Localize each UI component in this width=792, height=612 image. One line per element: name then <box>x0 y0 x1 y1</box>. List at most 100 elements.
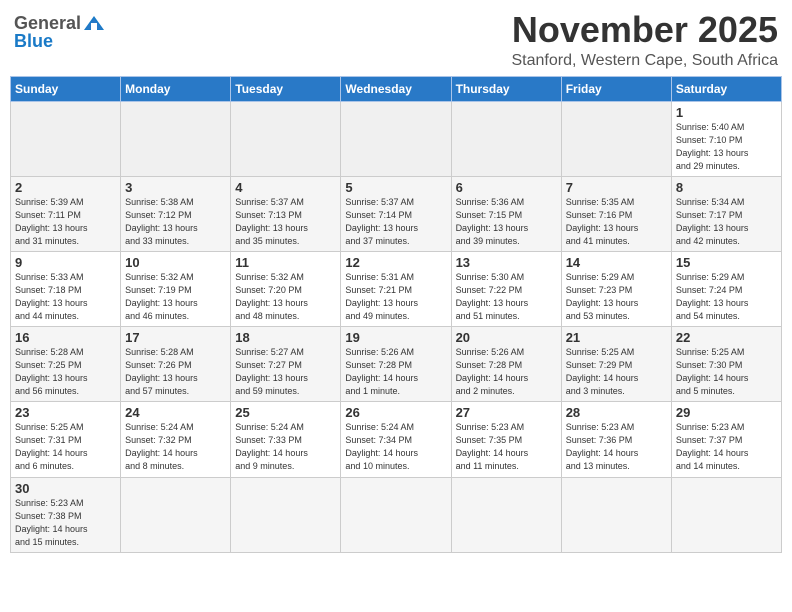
weekday-header-tuesday: Tuesday <box>231 76 341 101</box>
day-info: Sunrise: 5:27 AMSunset: 7:27 PMDaylight:… <box>235 346 336 398</box>
calendar-cell: 12Sunrise: 5:31 AMSunset: 7:21 PMDayligh… <box>341 251 451 326</box>
day-info: Sunrise: 5:25 AMSunset: 7:31 PMDaylight:… <box>15 421 116 473</box>
calendar-cell: 7Sunrise: 5:35 AMSunset: 7:16 PMDaylight… <box>561 176 671 251</box>
day-number: 21 <box>566 330 667 345</box>
calendar-cell: 14Sunrise: 5:29 AMSunset: 7:23 PMDayligh… <box>561 251 671 326</box>
calendar-cell: 9Sunrise: 5:33 AMSunset: 7:18 PMDaylight… <box>11 251 121 326</box>
day-number: 2 <box>15 180 116 195</box>
calendar-cell: 22Sunrise: 5:25 AMSunset: 7:30 PMDayligh… <box>671 327 781 402</box>
day-info: Sunrise: 5:32 AMSunset: 7:19 PMDaylight:… <box>125 271 226 323</box>
header-row: SundayMondayTuesdayWednesdayThursdayFrid… <box>11 76 782 101</box>
day-info: Sunrise: 5:25 AMSunset: 7:30 PMDaylight:… <box>676 346 777 398</box>
calendar-cell: 30Sunrise: 5:23 AMSunset: 7:38 PMDayligh… <box>11 477 121 552</box>
calendar-cell: 3Sunrise: 5:38 AMSunset: 7:12 PMDaylight… <box>121 176 231 251</box>
calendar-cell <box>341 101 451 176</box>
day-info: Sunrise: 5:28 AMSunset: 7:26 PMDaylight:… <box>125 346 226 398</box>
day-info: Sunrise: 5:24 AMSunset: 7:34 PMDaylight:… <box>345 421 446 473</box>
calendar-cell: 28Sunrise: 5:23 AMSunset: 7:36 PMDayligh… <box>561 402 671 477</box>
day-info: Sunrise: 5:37 AMSunset: 7:14 PMDaylight:… <box>345 196 446 248</box>
calendar-table: SundayMondayTuesdayWednesdayThursdayFrid… <box>10 76 782 553</box>
day-number: 5 <box>345 180 446 195</box>
calendar-cell: 15Sunrise: 5:29 AMSunset: 7:24 PMDayligh… <box>671 251 781 326</box>
calendar-cell <box>451 101 561 176</box>
day-number: 30 <box>15 481 116 496</box>
day-info: Sunrise: 5:31 AMSunset: 7:21 PMDaylight:… <box>345 271 446 323</box>
day-number: 23 <box>15 405 116 420</box>
calendar-week-row: 16Sunrise: 5:28 AMSunset: 7:25 PMDayligh… <box>11 327 782 402</box>
day-info: Sunrise: 5:29 AMSunset: 7:23 PMDaylight:… <box>566 271 667 323</box>
calendar-cell <box>231 101 341 176</box>
calendar-cell: 20Sunrise: 5:26 AMSunset: 7:28 PMDayligh… <box>451 327 561 402</box>
day-number: 22 <box>676 330 777 345</box>
calendar-cell: 8Sunrise: 5:34 AMSunset: 7:17 PMDaylight… <box>671 176 781 251</box>
calendar-cell: 27Sunrise: 5:23 AMSunset: 7:35 PMDayligh… <box>451 402 561 477</box>
logo-icon <box>83 15 105 31</box>
weekday-header-thursday: Thursday <box>451 76 561 101</box>
weekday-header-wednesday: Wednesday <box>341 76 451 101</box>
calendar-week-row: 23Sunrise: 5:25 AMSunset: 7:31 PMDayligh… <box>11 402 782 477</box>
day-info: Sunrise: 5:39 AMSunset: 7:11 PMDaylight:… <box>15 196 116 248</box>
day-number: 24 <box>125 405 226 420</box>
day-number: 15 <box>676 255 777 270</box>
day-info: Sunrise: 5:28 AMSunset: 7:25 PMDaylight:… <box>15 346 116 398</box>
calendar-cell <box>451 477 561 552</box>
calendar-cell: 13Sunrise: 5:30 AMSunset: 7:22 PMDayligh… <box>451 251 561 326</box>
day-info: Sunrise: 5:32 AMSunset: 7:20 PMDaylight:… <box>235 271 336 323</box>
calendar-week-row: 30Sunrise: 5:23 AMSunset: 7:38 PMDayligh… <box>11 477 782 552</box>
calendar-cell: 1Sunrise: 5:40 AMSunset: 7:10 PMDaylight… <box>671 101 781 176</box>
calendar-cell: 11Sunrise: 5:32 AMSunset: 7:20 PMDayligh… <box>231 251 341 326</box>
logo-blue-text: Blue <box>14 32 53 50</box>
day-number: 12 <box>345 255 446 270</box>
weekday-header-monday: Monday <box>121 76 231 101</box>
calendar-cell: 24Sunrise: 5:24 AMSunset: 7:32 PMDayligh… <box>121 402 231 477</box>
calendar-cell: 29Sunrise: 5:23 AMSunset: 7:37 PMDayligh… <box>671 402 781 477</box>
day-number: 29 <box>676 405 777 420</box>
calendar-cell <box>231 477 341 552</box>
day-info: Sunrise: 5:25 AMSunset: 7:29 PMDaylight:… <box>566 346 667 398</box>
day-number: 28 <box>566 405 667 420</box>
calendar-cell <box>121 477 231 552</box>
calendar-cell: 10Sunrise: 5:32 AMSunset: 7:19 PMDayligh… <box>121 251 231 326</box>
day-number: 27 <box>456 405 557 420</box>
day-number: 14 <box>566 255 667 270</box>
calendar-cell: 19Sunrise: 5:26 AMSunset: 7:28 PMDayligh… <box>341 327 451 402</box>
day-info: Sunrise: 5:35 AMSunset: 7:16 PMDaylight:… <box>566 196 667 248</box>
calendar-cell: 5Sunrise: 5:37 AMSunset: 7:14 PMDaylight… <box>341 176 451 251</box>
day-number: 11 <box>235 255 336 270</box>
day-info: Sunrise: 5:29 AMSunset: 7:24 PMDaylight:… <box>676 271 777 323</box>
day-info: Sunrise: 5:23 AMSunset: 7:35 PMDaylight:… <box>456 421 557 473</box>
calendar-cell: 23Sunrise: 5:25 AMSunset: 7:31 PMDayligh… <box>11 402 121 477</box>
day-info: Sunrise: 5:23 AMSunset: 7:37 PMDaylight:… <box>676 421 777 473</box>
weekday-header-sunday: Sunday <box>11 76 121 101</box>
header: General Blue November 2025 Stanford, Wes… <box>10 10 782 70</box>
day-number: 10 <box>125 255 226 270</box>
calendar-cell <box>561 477 671 552</box>
day-number: 19 <box>345 330 446 345</box>
calendar-cell: 4Sunrise: 5:37 AMSunset: 7:13 PMDaylight… <box>231 176 341 251</box>
day-info: Sunrise: 5:24 AMSunset: 7:33 PMDaylight:… <box>235 421 336 473</box>
day-number: 20 <box>456 330 557 345</box>
day-info: Sunrise: 5:34 AMSunset: 7:17 PMDaylight:… <box>676 196 777 248</box>
day-info: Sunrise: 5:26 AMSunset: 7:28 PMDaylight:… <box>345 346 446 398</box>
day-info: Sunrise: 5:40 AMSunset: 7:10 PMDaylight:… <box>676 121 777 173</box>
day-number: 25 <box>235 405 336 420</box>
day-info: Sunrise: 5:38 AMSunset: 7:12 PMDaylight:… <box>125 196 226 248</box>
day-number: 26 <box>345 405 446 420</box>
day-number: 18 <box>235 330 336 345</box>
calendar-cell <box>341 477 451 552</box>
title-area: November 2025 Stanford, Western Cape, So… <box>511 10 778 70</box>
day-number: 6 <box>456 180 557 195</box>
day-info: Sunrise: 5:23 AMSunset: 7:38 PMDaylight:… <box>15 497 116 549</box>
weekday-header-friday: Friday <box>561 76 671 101</box>
day-number: 9 <box>15 255 116 270</box>
day-number: 4 <box>235 180 336 195</box>
calendar-week-row: 1Sunrise: 5:40 AMSunset: 7:10 PMDaylight… <box>11 101 782 176</box>
weekday-header-saturday: Saturday <box>671 76 781 101</box>
day-info: Sunrise: 5:30 AMSunset: 7:22 PMDaylight:… <box>456 271 557 323</box>
logo-general-text: General <box>14 14 81 32</box>
day-number: 3 <box>125 180 226 195</box>
day-number: 7 <box>566 180 667 195</box>
calendar-week-row: 9Sunrise: 5:33 AMSunset: 7:18 PMDaylight… <box>11 251 782 326</box>
month-title: November 2025 <box>511 10 778 50</box>
location-title: Stanford, Western Cape, South Africa <box>511 52 778 70</box>
